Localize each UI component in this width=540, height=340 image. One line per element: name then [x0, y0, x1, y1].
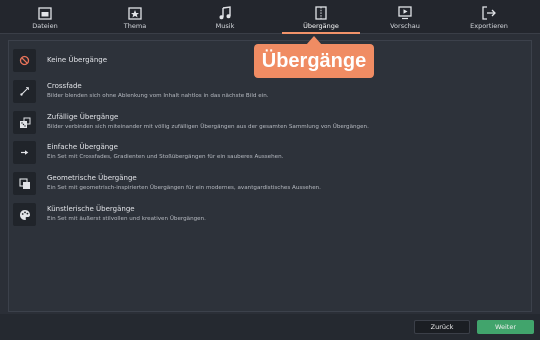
option-geometrische-uebergaenge[interactable]: Geometrische Übergänge Ein Set mit geome…: [13, 172, 321, 195]
tab-label: Thema: [123, 22, 147, 30]
top-toolbar: Dateien Thema Musik Übergänge Vorschau E…: [0, 0, 540, 34]
tab-musik[interactable]: Musik: [200, 0, 250, 34]
folder-icon: [38, 0, 52, 20]
tab-label: Exportieren: [470, 22, 508, 30]
option-title: Geometrische Übergänge: [47, 174, 137, 182]
transitions-callout: Übergänge: [254, 44, 374, 78]
option-title: Einfache Übergänge: [47, 143, 118, 151]
option-zufaellige-uebergaenge[interactable]: Zufällige Übergänge Bilder verbinden sic…: [13, 111, 369, 134]
option-title: Keine Übergänge: [47, 56, 108, 64]
option-kuenstlerische-uebergaenge[interactable]: Künstlerische Übergänge Ein Set mit äuße…: [13, 203, 206, 226]
none-icon: [13, 49, 36, 72]
option-description: Ein Set mit äußerst stilvollen und kreat…: [47, 216, 206, 222]
option-title: Crossfade: [47, 82, 82, 90]
preview-icon: [398, 0, 412, 20]
transitions-panel: Keine Übergänge Crossfade Bilder blenden…: [8, 40, 532, 312]
option-description: Ein Set mit geometrisch-inspirierten Übe…: [47, 185, 321, 191]
option-crossfade[interactable]: Crossfade Bilder blenden sich ohne Ablen…: [13, 80, 269, 103]
tab-exportieren[interactable]: Exportieren: [464, 0, 514, 34]
option-title: Künstlerische Übergänge: [47, 205, 135, 213]
option-title: Zufällige Übergänge: [47, 113, 119, 121]
export-icon: [482, 0, 496, 20]
option-einfache-uebergaenge[interactable]: Einfache Übergänge Ein Set mit Crossfade…: [13, 141, 283, 164]
tab-uebergaenge[interactable]: Übergänge: [282, 0, 360, 34]
arrow-right-icon: [13, 141, 36, 164]
transitions-icon: [315, 0, 327, 20]
tab-thema[interactable]: Thema: [110, 0, 160, 34]
active-tab-indicator: [282, 32, 360, 34]
tab-dateien[interactable]: Dateien: [20, 0, 70, 34]
tab-label: Dateien: [32, 22, 58, 30]
option-keine-uebergaenge[interactable]: Keine Übergänge: [13, 49, 107, 72]
theme-icon: [128, 0, 142, 20]
dice-icon: [13, 111, 36, 134]
squares-icon: [13, 172, 36, 195]
option-description: Ein Set mit Crossfades, Gradienten und S…: [47, 154, 284, 160]
tab-label: Vorschau: [390, 22, 420, 30]
option-description: Bilder verbinden sich miteinander mit vö…: [47, 124, 369, 130]
tab-label: Übergänge: [303, 22, 339, 30]
palette-icon: [13, 203, 36, 226]
crossfade-icon: [13, 80, 36, 103]
tab-label: Musik: [215, 22, 235, 30]
next-button[interactable]: Weiter: [477, 320, 534, 334]
music-icon: [218, 0, 232, 20]
option-description: Bilder blenden sich ohne Ablenkung vom I…: [47, 93, 269, 99]
tab-vorschau[interactable]: Vorschau: [380, 0, 430, 34]
back-button[interactable]: Zurück: [414, 320, 470, 334]
